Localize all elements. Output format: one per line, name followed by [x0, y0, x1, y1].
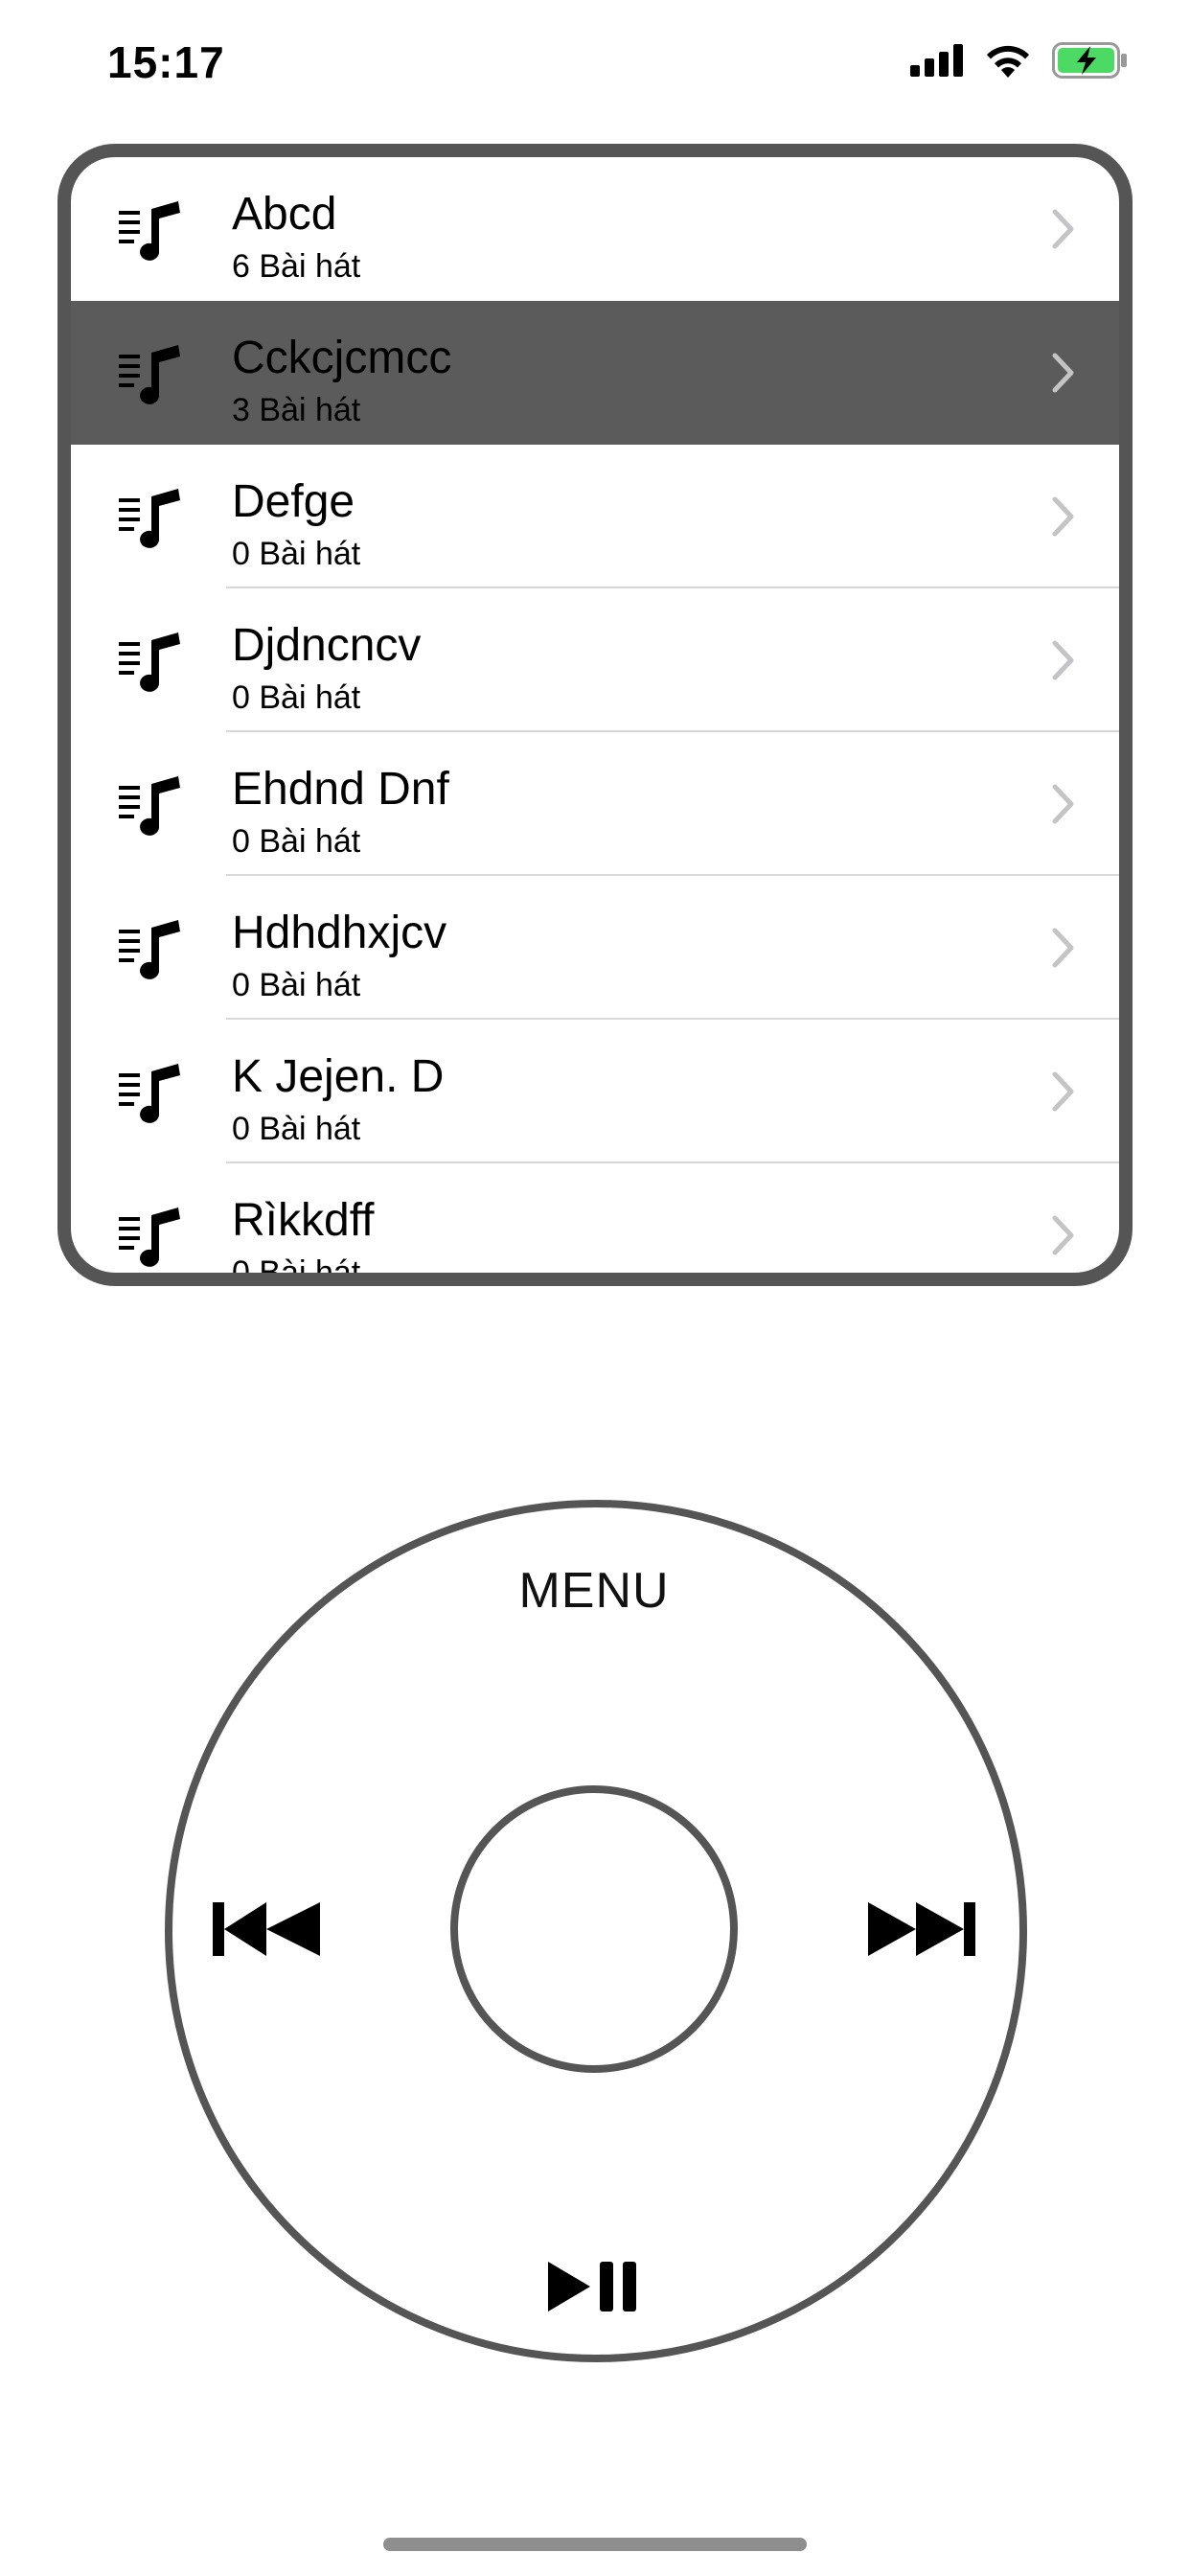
chevron-right-icon: [1052, 1215, 1074, 1255]
playlist-music-icon: [119, 920, 180, 979]
playlist-song-count: 0 Bài hát: [232, 823, 361, 860]
signal-icon: [910, 44, 963, 77]
playlist-song-count: 0 Bài hát: [232, 1254, 361, 1286]
playlist-song-count: 3 Bài hát: [232, 392, 361, 428]
menu-button[interactable]: MENU: [450, 1562, 738, 1620]
chevron-right-icon: [1052, 353, 1074, 393]
playlist-music-icon: [119, 201, 180, 261]
playlist-row[interactable]: Defge 0 Bài hát: [71, 445, 1119, 588]
playlist-title: Hdhdhxjcv: [232, 908, 447, 958]
chevron-right-icon: [1052, 496, 1074, 537]
status-time: 15:17: [107, 37, 225, 87]
playlist-music-icon: [119, 1208, 180, 1267]
next-track-icon[interactable]: [868, 1902, 975, 1956]
play-pause-icon[interactable]: [548, 2260, 644, 2313]
playlist-title: Ehdnd Dnf: [232, 764, 449, 815]
playlist-song-count: 0 Bài hát: [232, 679, 361, 716]
status-bar: 15:17: [0, 0, 1190, 134]
playlist-title: Djdncncv: [232, 620, 422, 671]
wifi-icon: [987, 45, 1029, 78]
playlist-row[interactable]: Hdhdhxjcv 0 Bài hát: [71, 876, 1119, 1020]
playlist-list[interactable]: Abcd 6 Bài hát Cckcjcmcc 3 Bài hát Defge: [71, 157, 1119, 1286]
playlist-song-count: 0 Bài hát: [232, 536, 361, 572]
status-icons: [910, 42, 1129, 79]
playlist-row[interactable]: Djdncncv 0 Bài hát: [71, 588, 1119, 732]
playlist-row[interactable]: Rìkkdff 0 Bài hát: [71, 1163, 1119, 1286]
playlist-row[interactable]: Abcd 6 Bài hát: [71, 157, 1119, 301]
chevron-right-icon: [1052, 640, 1074, 680]
playlist-song-count: 6 Bài hát: [232, 248, 361, 285]
playlist-song-count: 0 Bài hát: [232, 967, 361, 1003]
playlist-title: K Jejen. D: [232, 1051, 445, 1102]
chevron-right-icon: [1052, 1071, 1074, 1112]
playlist-song-count: 0 Bài hát: [232, 1111, 361, 1147]
playlist-row[interactable]: Cckcjcmcc 3 Bài hát: [71, 301, 1119, 445]
chevron-right-icon: [1052, 784, 1074, 824]
playlist-music-icon: [119, 345, 180, 404]
playlist-music-icon: [119, 1064, 180, 1123]
playlist-title: Abcd: [232, 189, 337, 240]
center-select-button[interactable]: [450, 1785, 738, 2073]
chevron-right-icon: [1052, 928, 1074, 968]
playlist-row[interactable]: Ehdnd Dnf 0 Bài hát: [71, 732, 1119, 876]
playlist-row[interactable]: K Jejen. D 0 Bài hát: [71, 1020, 1119, 1163]
playlist-music-icon: [119, 776, 180, 836]
playlist-title: Defge: [232, 476, 355, 527]
playlist-music-icon: [119, 632, 180, 692]
home-indicator[interactable]: [383, 2538, 807, 2551]
chevron-right-icon: [1052, 209, 1074, 249]
playlist-screen: Abcd 6 Bài hát Cckcjcmcc 3 Bài hát Defge: [57, 144, 1133, 1286]
previous-track-icon[interactable]: [213, 1902, 320, 1956]
battery-charging-icon: [1052, 42, 1127, 79]
playlist-title: Rìkkdff: [232, 1195, 375, 1246]
playlist-title: Cckcjcmcc: [232, 333, 452, 383]
playlist-music-icon: [119, 489, 180, 548]
